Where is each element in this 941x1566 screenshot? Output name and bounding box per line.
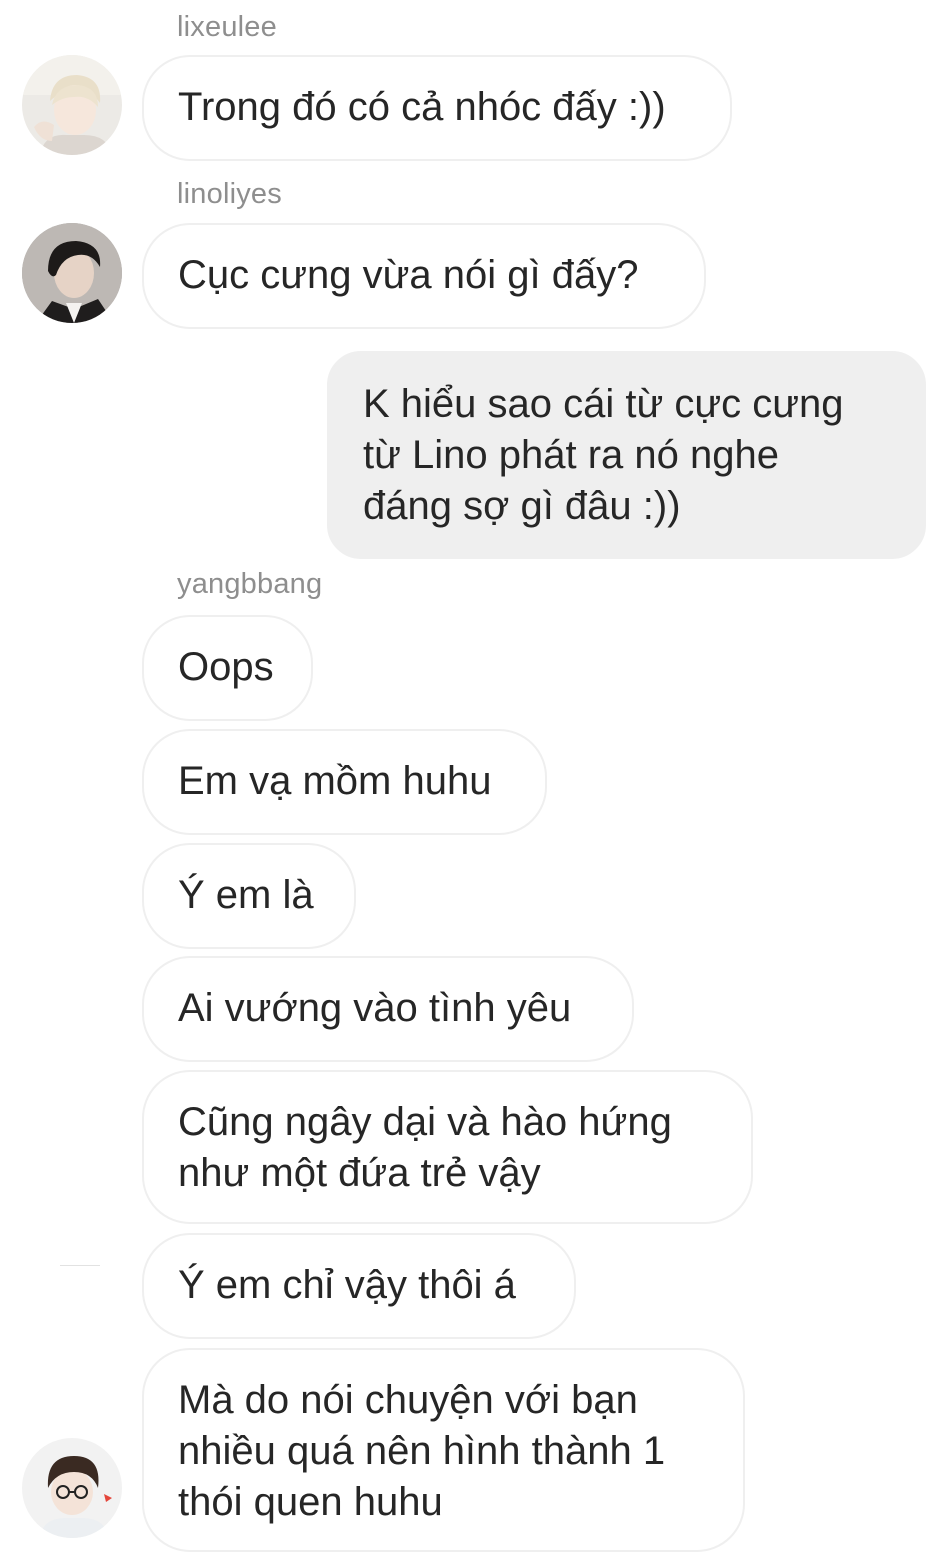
sent-message-bubble[interactable]: K hiểu sao cái từ cực cưng từ Lino phát … (327, 351, 926, 559)
message-bubble[interactable]: Cũng ngây dại và hào hứng như một đứa tr… (142, 1070, 753, 1224)
message-bubble[interactable]: Em vạ mồm huhu (142, 729, 547, 835)
user-avatar-light-hair-icon[interactable] (22, 55, 122, 155)
message-bubble[interactable]: Ý em chỉ vậy thôi á (142, 1233, 576, 1339)
message-bubble[interactable]: Mà do nói chuyện với bạn nhiều quá nên h… (142, 1348, 745, 1552)
message-bubble[interactable]: Cục cưng vừa nói gì đấy? (142, 223, 706, 329)
sender-username[interactable]: linoliyes (177, 177, 282, 211)
divider (60, 1265, 100, 1266)
sender-username[interactable]: yangbbang (177, 567, 322, 601)
message-bubble[interactable]: Trong đó có cả nhóc đấy :)) (142, 55, 732, 161)
message-bubble[interactable]: Oops (142, 615, 313, 721)
sender-username[interactable]: lixeulee (177, 10, 277, 44)
user-avatar-glasses-icon[interactable] (22, 1438, 122, 1538)
message-bubble[interactable]: Ai vướng vào tình yêu (142, 956, 634, 1062)
message-bubble[interactable]: Ý em là (142, 843, 356, 949)
user-avatar-dark-hair-icon[interactable] (22, 223, 122, 323)
